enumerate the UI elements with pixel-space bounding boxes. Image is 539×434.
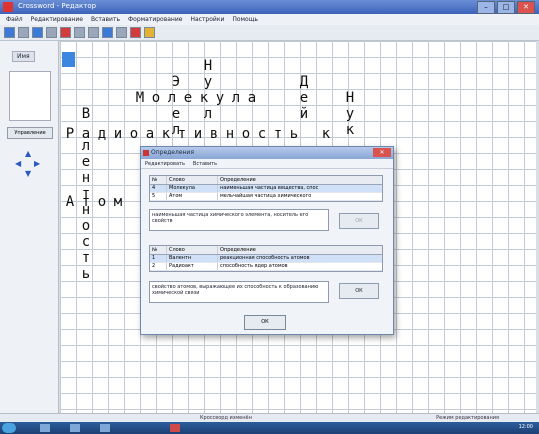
name-label: Имя [12,51,35,62]
menu-edit[interactable]: Редактирование [31,16,83,23]
arrow-right-icon[interactable]: ▶ [34,159,40,168]
menu-file[interactable]: Файл [6,16,23,23]
definition-text-1[interactable]: наименьшая частица химического элемента,… [149,209,329,231]
minimize-button[interactable]: – [477,1,495,14]
direction-pad[interactable]: ▲ ◀ ▶ ▼ [15,149,42,178]
start-button[interactable] [2,423,16,433]
menu-settings[interactable]: Настройки [190,16,224,23]
word-radioactivity: Радиоактивностьк [65,126,331,142]
word-molecule: Молекула [135,90,257,106]
cell-num: 5 [150,193,167,200]
print-icon[interactable] [46,27,57,38]
apply-button-1[interactable]: ОК [339,213,379,229]
clock: 12:00 [518,424,533,430]
window-title: Crossword - Редактор [18,2,97,10]
table-row[interactable]: 2 Радиоакт способность ядер атомов [150,263,382,271]
arrow-down-icon[interactable]: ▼ [25,169,31,178]
cell-num: 2 [150,263,167,270]
cell-word: Валентн [167,255,218,262]
table-vertical[interactable]: № Слово Определение 1 Валентн реакционна… [149,245,383,272]
cell-def: реакционная способность атомов [220,255,310,261]
preview-box [9,71,51,121]
undo-icon[interactable] [74,27,85,38]
cell-word: Молекула [167,185,218,192]
left-panel: Имя Управление ▲ ◀ ▶ ▼ [0,41,59,413]
zoom-icon[interactable] [116,27,127,38]
cell-word: Атом [167,193,218,200]
close-button[interactable]: ✕ [517,1,535,14]
manage-button[interactable]: Управление [7,127,53,139]
cell-word: Радиоакт [167,263,218,270]
word-col-e: Эел [171,74,181,138]
redo-icon[interactable] [88,27,99,38]
taskbar-app-icon[interactable] [100,424,110,432]
arrow-left-icon[interactable]: ◀ [15,159,21,168]
dialog-close-button[interactable]: ✕ [373,148,391,157]
col-def-header[interactable]: Определение [218,176,382,184]
dialog-title-bar: Определения ✕ [141,147,393,159]
dialog-menu-edit[interactable]: Редактировать [145,161,185,167]
save-icon[interactable] [32,27,43,38]
taskbar-app-icon[interactable] [170,424,180,432]
word-valence: Влентность [81,106,91,282]
col-word-header[interactable]: Слово [167,246,218,254]
word-col-n2: Нук [345,90,355,138]
app-icon [3,2,13,12]
menu-bar: Файл Редактирование Вставить Форматирова… [0,14,539,25]
definition-text-2[interactable]: свойство атомов, выражающее их способнос… [149,281,329,303]
cell-num: 4 [150,185,167,192]
delete-icon[interactable] [60,27,71,38]
arrow-up-icon[interactable]: ▲ [25,149,31,158]
dialog-menu: Редактировать Вставить [141,159,393,169]
ok-button[interactable]: ОК [244,315,286,330]
table-row[interactable]: 5 Атом мельчайшая частица химического [150,193,382,201]
cell-def: мельчайшая частица химического [220,193,312,199]
dialog-menu-insert[interactable]: Вставить [193,161,217,167]
apply-button-2[interactable]: ОК [339,283,379,299]
col-word-header[interactable]: Слово [167,176,218,184]
toolbar [0,25,539,41]
selected-cell[interactable] [62,52,75,67]
table-horizontal[interactable]: № Слово Определение 4 Молекула наименьша… [149,175,383,202]
menu-help[interactable]: Помощь [232,16,258,23]
taskbar-app-icon[interactable] [40,424,50,432]
word-col-n: Нул [203,58,213,122]
word-col-d: Дей [299,74,309,122]
maximize-button[interactable]: □ [497,1,515,14]
col-num-header[interactable]: № [150,176,167,184]
word-atom: Атом [65,194,123,210]
menu-insert[interactable]: Вставить [91,16,120,23]
menu-format[interactable]: Форматирование [128,16,182,23]
open-icon[interactable] [18,27,29,38]
dialog-title: Определения [151,149,194,156]
table-row[interactable]: 4 Молекула наименьшая частица вещества, … [150,185,382,193]
status-right: Режим редактирования [436,415,499,421]
taskbar: 12:00 [0,422,539,434]
flag-icon[interactable] [130,27,141,38]
status-left: Кроссворд изменён [200,415,252,421]
cell-num: 1 [150,255,167,262]
table-row[interactable]: 1 Валентн реакционная способность атомов [150,255,382,263]
help-icon[interactable] [144,27,155,38]
dialog-icon [143,150,149,156]
new-icon[interactable] [4,27,15,38]
taskbar-app-icon[interactable] [70,424,80,432]
cell-def: наименьшая частица вещества, спос [220,185,319,191]
title-bar: Crossword - Редактор – □ ✕ [0,0,539,14]
definitions-dialog: Определения ✕ Редактировать Вставить № С… [140,146,394,335]
col-def-header[interactable]: Определение [218,246,382,254]
col-num-header[interactable]: № [150,246,167,254]
cell-def: способность ядер атомов [220,263,288,269]
grid-icon[interactable] [102,27,113,38]
